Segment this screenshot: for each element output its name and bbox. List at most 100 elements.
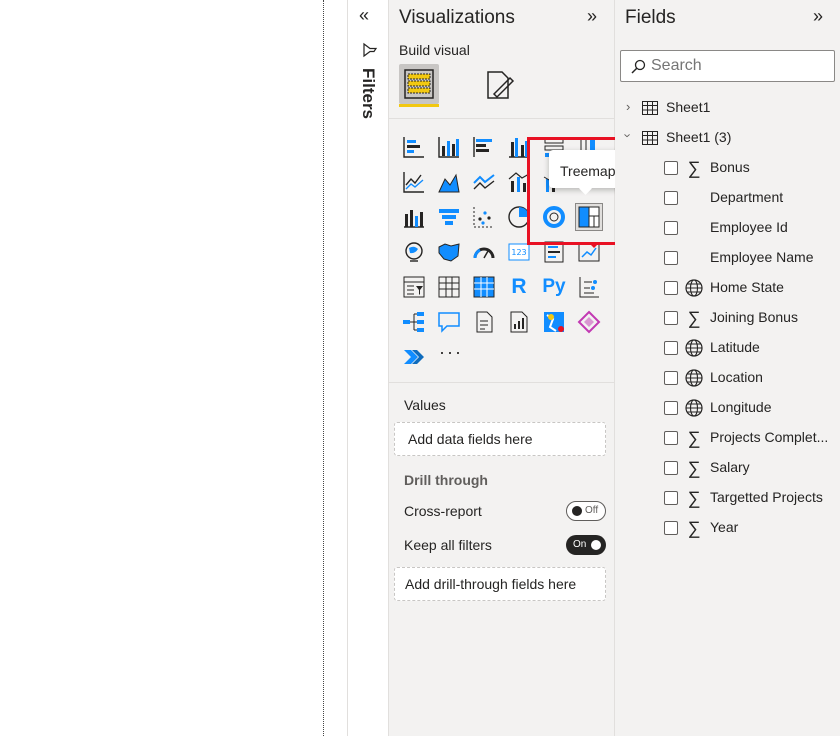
table-name: Sheet1 (666, 99, 711, 115)
q-and-a-icon[interactable] (436, 309, 462, 335)
field-checkbox[interactable] (664, 311, 678, 325)
field-checkbox[interactable] (664, 161, 678, 175)
field-row[interactable]: Home State (615, 273, 840, 303)
field-row[interactable]: ∑ Salary (615, 453, 840, 483)
field-row[interactable]: ∑ Year (615, 513, 840, 543)
line-chart-icon[interactable] (401, 169, 427, 195)
table-row-sheet1-3[interactable]: › Sheet1 (3) (615, 123, 840, 153)
collapse-chevron-icon[interactable]: › (621, 133, 636, 137)
field-row[interactable]: Location (615, 363, 840, 393)
power-apps-icon[interactable] (576, 309, 602, 335)
filled-map-icon[interactable] (436, 239, 462, 265)
stacked-bar-chart-icon[interactable] (401, 134, 427, 160)
format-visual-icon[interactable] (482, 68, 516, 102)
fields-search-box[interactable] (620, 50, 835, 82)
build-visual-tab[interactable] (399, 64, 439, 104)
divider (389, 118, 615, 119)
canvas-border (323, 0, 324, 736)
slicer-icon[interactable] (401, 274, 427, 300)
azure-map-icon[interactable] (541, 309, 567, 335)
globe-icon (684, 278, 704, 298)
visualizations-pane: Visualizations » Build visual 123 R Py ·… (389, 0, 651, 736)
field-checkbox[interactable] (664, 461, 678, 475)
field-name: Bonus (710, 159, 750, 175)
fields-pane: Fields » › Sheet1 › Sheet1 (3) ∑ Bonus Dep… (615, 0, 840, 736)
filters-pane[interactable]: « Filters (347, 0, 389, 736)
cross-report-state: Off (585, 505, 599, 516)
field-name: Latitude (710, 339, 760, 355)
field-checkbox[interactable] (664, 491, 678, 505)
field-row[interactable]: Latitude (615, 333, 840, 363)
report-canvas[interactable] (0, 0, 347, 736)
field-checkbox[interactable] (664, 341, 678, 355)
area-chart-icon[interactable] (436, 169, 462, 195)
values-drop-well[interactable]: Add data fields here (394, 422, 606, 456)
clustered-bar-chart-icon[interactable] (471, 134, 497, 160)
field-row[interactable]: ∑ Joining Bonus (615, 303, 840, 333)
field-row[interactable]: Employee Id (615, 213, 840, 243)
field-row[interactable]: ∑ Bonus (615, 153, 840, 183)
collapse-visualizations-icon[interactable]: » (587, 7, 597, 25)
sum-icon: ∑ (687, 488, 701, 508)
table-row-sheet1[interactable]: › Sheet1 (615, 93, 840, 123)
field-checkbox[interactable] (664, 431, 678, 445)
field-row[interactable]: Department (615, 183, 840, 213)
visualizations-title: Visualizations (399, 7, 515, 28)
field-checkbox[interactable] (664, 221, 678, 235)
more-visuals-button[interactable]: ··· (439, 342, 463, 363)
values-label: Values (404, 397, 446, 413)
power-automate-icon[interactable] (401, 344, 427, 370)
python-visual-icon[interactable]: Py (539, 274, 569, 300)
build-visual-label: Build visual (399, 42, 470, 58)
field-name: Projects Complet... (710, 429, 829, 445)
field-row[interactable]: Longitude (615, 393, 840, 423)
field-name: Longitude (710, 399, 772, 415)
field-row[interactable]: ∑ Projects Complet... (615, 423, 840, 453)
globe-icon (684, 398, 704, 418)
cross-report-label: Cross-report (404, 503, 482, 519)
field-checkbox[interactable] (664, 281, 678, 295)
field-name: Employee Id (710, 219, 788, 235)
ribbon-chart-icon[interactable] (401, 204, 427, 230)
search-input[interactable] (651, 56, 826, 76)
field-row[interactable]: ∑ Targetted Projects (615, 483, 840, 513)
scatter-chart-icon[interactable] (471, 204, 497, 230)
globe-icon (684, 368, 704, 388)
table-icon (642, 131, 658, 145)
map-icon[interactable] (401, 239, 427, 265)
stacked-area-chart-icon[interactable] (471, 169, 497, 195)
field-checkbox[interactable] (664, 191, 678, 205)
sum-icon: ∑ (687, 158, 701, 178)
field-name: Salary (710, 459, 750, 475)
cross-report-toggle[interactable]: Off (566, 501, 606, 521)
field-checkbox[interactable] (664, 371, 678, 385)
gauge-icon[interactable] (471, 239, 497, 265)
field-row[interactable]: Employee Name (615, 243, 840, 273)
paginated-report-icon[interactable] (506, 309, 532, 335)
filters-label[interactable]: Filters (358, 68, 378, 119)
matrix-icon[interactable] (471, 274, 497, 300)
keep-all-filters-state: On (573, 539, 587, 550)
field-name: Home State (710, 279, 784, 295)
key-influencers-icon[interactable] (576, 274, 602, 300)
decomposition-tree-icon[interactable] (401, 309, 427, 335)
field-checkbox[interactable] (664, 251, 678, 265)
expand-filters-icon[interactable]: « (359, 6, 369, 24)
collapse-fields-icon[interactable]: » (813, 7, 823, 25)
field-name: Location (710, 369, 763, 385)
search-icon (631, 59, 646, 74)
drill-through-drop-well[interactable]: Add drill-through fields here (394, 567, 606, 601)
table-icon[interactable] (436, 274, 462, 300)
field-checkbox[interactable] (664, 401, 678, 415)
keep-all-filters-toggle[interactable]: On (566, 535, 606, 555)
r-script-visual-icon[interactable]: R (506, 274, 532, 300)
stacked-column-chart-icon[interactable] (436, 134, 462, 160)
smart-narrative-icon[interactable] (471, 309, 497, 335)
table-name: Sheet1 (3) (666, 129, 732, 145)
fields-title: Fields (625, 7, 676, 28)
expand-chevron-icon[interactable]: › (626, 99, 630, 114)
waterfall-chart-icon[interactable] (436, 204, 462, 230)
build-visual-underline (399, 104, 439, 107)
field-checkbox[interactable] (664, 521, 678, 535)
sum-icon: ∑ (687, 518, 701, 538)
